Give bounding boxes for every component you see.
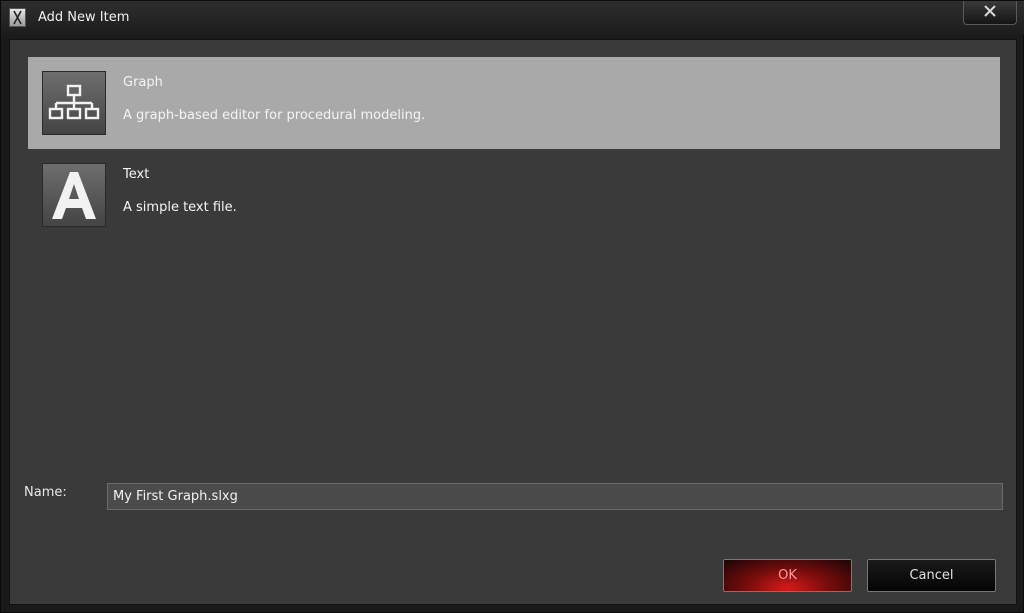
name-input[interactable] bbox=[107, 483, 1003, 510]
cancel-button[interactable]: Cancel bbox=[867, 559, 996, 592]
add-new-item-dialog: Add New Item Graph A graph-based editor … bbox=[0, 0, 1024, 613]
window-title: Add New Item bbox=[38, 10, 130, 25]
item-description: A graph-based editor for procedural mode… bbox=[123, 108, 426, 123]
item-text[interactable]: Text A simple text file. bbox=[28, 149, 1000, 241]
close-icon bbox=[984, 5, 996, 17]
text-letter-a-icon bbox=[42, 163, 106, 227]
item-title: Graph bbox=[123, 75, 163, 90]
name-label: Name: bbox=[24, 485, 67, 500]
ok-button[interactable]: OK bbox=[723, 559, 852, 592]
title-bar[interactable]: Add New Item bbox=[1, 1, 1024, 35]
dialog-body: Graph A graph-based editor for procedura… bbox=[9, 39, 1017, 605]
item-title: Text bbox=[123, 167, 150, 182]
graph-hierarchy-icon bbox=[42, 71, 106, 135]
item-description: A simple text file. bbox=[123, 200, 237, 215]
item-graph[interactable]: Graph A graph-based editor for procedura… bbox=[28, 57, 1000, 149]
app-icon bbox=[9, 8, 26, 27]
close-button[interactable] bbox=[963, 1, 1017, 25]
